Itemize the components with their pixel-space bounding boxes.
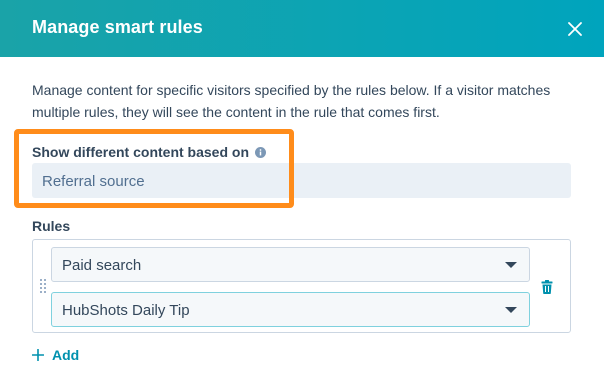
rule-condition-value: Paid search	[62, 257, 142, 274]
rule-content-value: HubShots Daily Tip	[62, 302, 190, 319]
add-rule-label: Add	[52, 347, 80, 363]
referral-source-field[interactable]: Referral source	[32, 163, 571, 198]
chevron-down-icon	[505, 307, 517, 313]
drag-handle-icon[interactable]	[39, 278, 47, 296]
chevron-down-icon	[505, 262, 517, 268]
close-button[interactable]	[562, 16, 588, 42]
modal-title: Manage smart rules	[32, 17, 203, 37]
info-icon[interactable]	[255, 146, 267, 158]
plus-icon	[32, 349, 44, 361]
modal-description: Manage content for specific visitors spe…	[32, 82, 551, 120]
rules-label: Rules	[32, 218, 71, 234]
source-label-row: Show different content based on	[32, 144, 267, 160]
source-label: Show different content based on	[32, 144, 250, 160]
trash-icon	[541, 280, 553, 294]
rule-condition-select[interactable]: Paid search	[51, 247, 530, 282]
add-rule-button[interactable]: Add	[32, 346, 79, 364]
rule-content-select[interactable]: HubShots Daily Tip	[51, 292, 530, 327]
delete-rule-button[interactable]	[541, 280, 553, 294]
close-icon	[568, 22, 582, 36]
modal-header: Manage smart rules	[0, 0, 604, 57]
